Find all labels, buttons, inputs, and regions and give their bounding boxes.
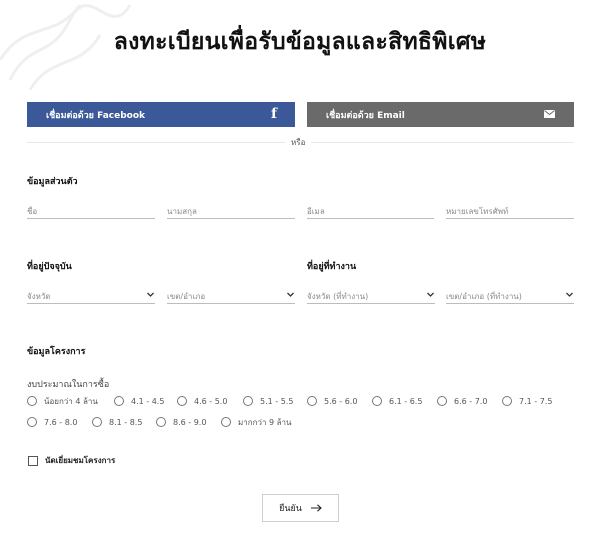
radio-circle: [307, 396, 317, 406]
radio-circle: [243, 396, 253, 406]
budget-option-label: 6.1 - 6.5: [389, 396, 423, 406]
budget-option-radio[interactable]: มากกว่า 9 ล้าน: [221, 416, 291, 428]
page-title: ลงทะเบียนเพื่อรับข้อมูลและสิทธิพิเศษ: [113, 29, 487, 55]
email-placeholder: อีเมล: [307, 207, 325, 216]
budget-option-label: 7.6 - 8.0: [44, 417, 78, 427]
envelope-icon: [544, 110, 555, 118]
budget-option-radio[interactable]: 4.1 - 4.5: [114, 395, 164, 407]
arrow-right-icon: [310, 504, 322, 512]
chevron-down-icon: [566, 292, 573, 297]
budget-option-radio[interactable]: 4.6 - 5.0: [177, 395, 227, 407]
budget-option-label: 4.6 - 5.0: [194, 396, 228, 406]
budget-option-label: 8.1 - 8.5: [109, 417, 143, 427]
personal-info-heading: ข้อมูลส่วนตัว: [27, 177, 78, 187]
budget-option-label: 4.1 - 4.5: [131, 396, 165, 406]
budget-option-radio[interactable]: 8.6 - 9.0: [156, 416, 206, 428]
facebook-login-button[interactable]: เชื่อมต่อด้วย Facebook f: [27, 102, 295, 127]
chevron-down-icon: [287, 292, 294, 297]
budget-option-radio[interactable]: 7.6 - 8.0: [27, 416, 77, 428]
first-name-placeholder: ชื่อ: [27, 207, 38, 216]
budget-label: งบประมาณในการซื้อ: [27, 380, 110, 390]
home-district-select[interactable]: เขต/อำเภอ: [167, 290, 295, 304]
budget-option-radio[interactable]: 8.1 - 8.5: [92, 416, 142, 428]
facebook-login-label: เชื่อมต่อด้วย Facebook: [46, 110, 146, 121]
email-login-label: เชื่อมต่อด้วย Email: [326, 110, 405, 121]
project-info-heading: ข้อมูลโครงการ: [27, 347, 86, 357]
budget-option-radio[interactable]: 7.1 - 7.5: [502, 395, 552, 407]
visit-project-checkbox[interactable]: นัดเยี่ยมชมโครงการ: [28, 454, 115, 467]
last-name-placeholder: นามสกุล: [167, 207, 197, 216]
home-province-value: จังหวัด: [27, 292, 51, 301]
budget-option-label: 8.6 - 9.0: [173, 417, 207, 427]
phone-field[interactable]: หมายเลขโทรศัพท์: [446, 205, 574, 219]
radio-circle: [502, 396, 512, 406]
submit-button[interactable]: ยืนยัน: [262, 494, 339, 522]
budget-option-label: มากกว่า 9 ล้าน: [238, 417, 292, 427]
radio-circle: [221, 417, 231, 427]
phone-placeholder: หมายเลขโทรศัพท์: [446, 207, 509, 216]
home-district-value: เขต/อำเภอ: [167, 292, 206, 301]
radio-circle: [437, 396, 447, 406]
budget-option-radio[interactable]: น้อยกว่า 4 ล้าน: [27, 395, 98, 407]
facebook-icon: f: [270, 106, 277, 122]
home-province-select[interactable]: จังหวัด: [27, 290, 155, 304]
checkbox-box: [28, 455, 38, 466]
last-name-field[interactable]: นามสกุล: [167, 205, 295, 219]
budget-option-label: 5.1 - 5.5: [260, 396, 294, 406]
budget-option-radio[interactable]: 6.6 - 7.0: [437, 395, 487, 407]
visit-project-label: นัดเยี่ยมชมโครงการ: [45, 456, 116, 465]
email-login-button[interactable]: เชื่อมต่อด้วย Email: [307, 102, 574, 127]
chevron-down-icon: [147, 292, 154, 297]
work-address-heading: ที่อยู่ที่ทำงาน: [307, 262, 357, 272]
budget-option-label: 5.6 - 6.0: [324, 396, 358, 406]
budget-option-label: น้อยกว่า 4 ล้าน: [44, 396, 98, 406]
work-province-select[interactable]: จังหวัด (ที่ทำงาน): [307, 290, 435, 304]
budget-option-radio[interactable]: 6.1 - 6.5: [372, 395, 422, 407]
home-address-heading: ที่อยู่ปัจจุบัน: [27, 262, 72, 272]
work-province-value: จังหวัด (ที่ทำงาน): [307, 292, 369, 301]
first-name-field[interactable]: ชื่อ: [27, 205, 155, 219]
budget-option-radio[interactable]: 5.1 - 5.5: [243, 395, 293, 407]
radio-circle: [27, 396, 37, 406]
radio-circle: [92, 417, 102, 427]
radio-circle: [27, 417, 37, 427]
submit-label: ยืนยัน: [279, 504, 302, 514]
or-divider-text: หรือ: [285, 136, 312, 149]
budget-option-label: 7.1 - 7.5: [519, 396, 553, 406]
work-district-select[interactable]: เขต/อำเภอ (ที่ทำงาน): [446, 290, 574, 304]
radio-circle: [177, 396, 187, 406]
work-district-value: เขต/อำเภอ (ที่ทำงาน): [446, 292, 522, 301]
email-field[interactable]: อีเมล: [307, 205, 434, 219]
radio-circle: [114, 396, 124, 406]
radio-circle: [156, 417, 166, 427]
budget-option-radio[interactable]: 5.6 - 6.0: [307, 395, 357, 407]
chevron-down-icon: [427, 292, 434, 297]
budget-option-label: 6.6 - 7.0: [454, 396, 488, 406]
radio-circle: [372, 396, 382, 406]
